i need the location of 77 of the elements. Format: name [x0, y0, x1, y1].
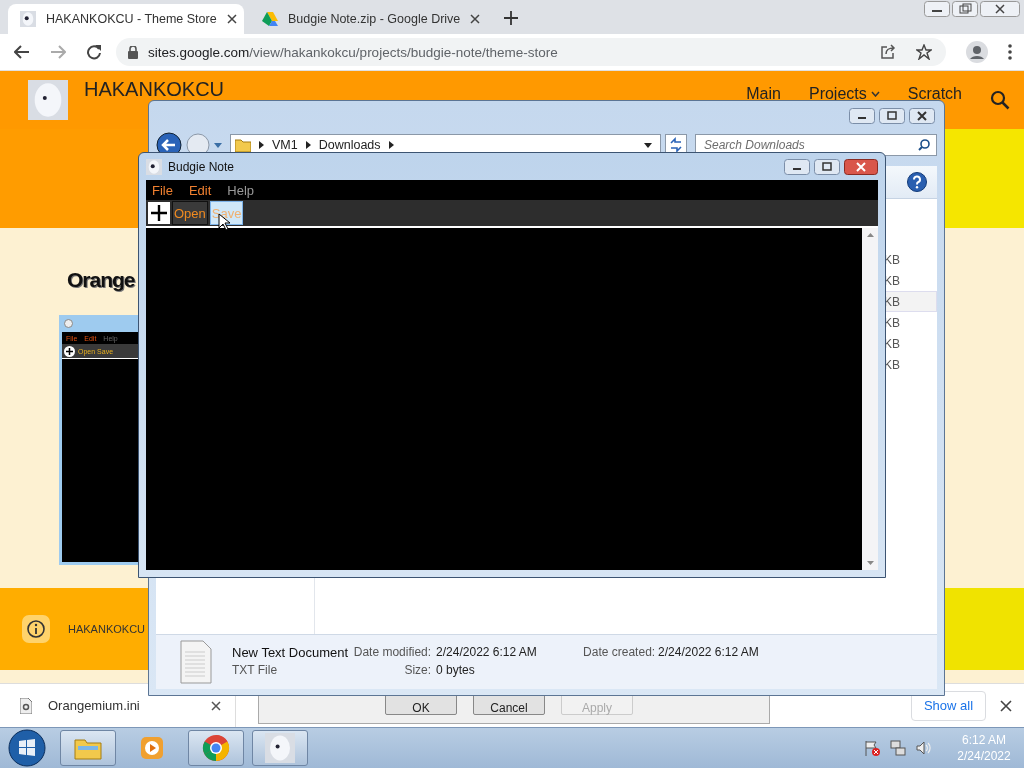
star-icon[interactable] — [916, 44, 932, 60]
menu-item[interactable]: File — [152, 182, 173, 198]
field-label: Date created: — [583, 645, 654, 661]
download-name[interactable]: Orangemium.ini — [48, 698, 195, 713]
file-type: TXT File — [232, 663, 279, 679]
nav-link[interactable]: Scratch — [907, 85, 962, 103]
toolbar-button[interactable]: Open — [172, 201, 208, 225]
chrome-icon — [202, 734, 230, 762]
breadcrumb-item[interactable]: VM1 — [272, 138, 298, 152]
chevron-icon[interactable] — [305, 141, 311, 149]
chevron-icon[interactable] — [388, 141, 394, 149]
close-icon[interactable] — [470, 14, 481, 24]
folder-icon — [74, 736, 102, 760]
network-icon[interactable] — [890, 740, 906, 756]
plus-icon[interactable] — [504, 11, 518, 25]
app-icon — [64, 319, 73, 328]
lock-icon — [128, 45, 138, 59]
minimize-icon[interactable] — [784, 158, 810, 175]
back-arrow-icon[interactable] — [14, 45, 30, 59]
info-icon[interactable] — [22, 615, 50, 643]
logo-image — [28, 80, 68, 120]
scroll-up-icon[interactable] — [866, 233, 874, 237]
field-value: 0 bytes — [436, 663, 476, 679]
taskbar-button[interactable] — [188, 730, 244, 766]
minimize-icon[interactable] — [924, 1, 950, 17]
share-icon[interactable] — [880, 44, 896, 60]
close-icon[interactable] — [211, 700, 221, 711]
caret-icon — [870, 91, 880, 97]
help-icon[interactable] — [907, 172, 927, 192]
taskbar-button[interactable] — [252, 730, 308, 766]
scroll-down-icon[interactable] — [866, 561, 874, 565]
triangle-icon — [262, 12, 278, 26]
field-value: 2/24/2022 6:12 AM — [658, 645, 760, 661]
flag-icon[interactable] — [864, 740, 880, 756]
taskbar-button[interactable] — [60, 730, 116, 766]
profile-icon[interactable] — [966, 41, 988, 63]
caret-icon[interactable] — [644, 142, 652, 148]
nav-link[interactable]: Main — [746, 85, 781, 103]
start-icon[interactable] — [8, 729, 46, 767]
close-icon[interactable] — [844, 158, 878, 175]
show-all-button[interactable]: Show all — [911, 690, 986, 721]
footer-text: HAKANKOKCU — [68, 623, 146, 635]
page-heading: Orange — [67, 268, 135, 292]
reload-icon[interactable] — [86, 44, 102, 60]
minimize-icon[interactable] — [849, 108, 875, 124]
address-bar[interactable]: sites.google.com/view/hakankokcu/projects/budgie-note/theme-store — [116, 38, 946, 66]
new-file-icon[interactable] — [148, 202, 170, 224]
restore-icon[interactable] — [952, 1, 978, 17]
breadcrumb-item[interactable]: Downloads — [318, 138, 381, 152]
site-name[interactable]: HAKANKOKCU — [84, 78, 225, 100]
url-text: sites.google.com/view/hakankokcu/projects/budgie-note/theme-store — [148, 44, 558, 60]
close-icon[interactable] — [1000, 699, 1012, 712]
browser-tab[interactable]: HAKANKOKCU - Theme Store — [8, 4, 244, 34]
avatar-icon — [20, 11, 36, 27]
text-area[interactable] — [146, 228, 878, 570]
file-name: New Text Document — [232, 645, 349, 662]
chevron-icon[interactable] — [259, 141, 264, 149]
speaker-icon[interactable] — [916, 740, 932, 756]
field-label: Date modified: — [353, 645, 432, 661]
field-label: Size: — [403, 663, 432, 679]
maximize-icon[interactable] — [879, 108, 905, 124]
search-icon[interactable] — [990, 90, 1010, 110]
search-icon — [918, 139, 930, 151]
text-file-icon — [180, 640, 212, 684]
media-player-icon — [139, 735, 165, 761]
file-gear-icon — [20, 697, 32, 714]
close-icon[interactable] — [226, 14, 237, 24]
menu-item[interactable]: Edit — [188, 182, 212, 198]
nav-link[interactable]: Projects — [808, 85, 880, 103]
maximize-icon[interactable] — [814, 158, 840, 175]
window-title: Budgie Note — [168, 159, 235, 174]
scrollbar[interactable] — [862, 228, 878, 570]
more-menu-icon[interactable] — [1008, 44, 1012, 60]
field-value: 2/24/2022 6:12 AM — [436, 645, 538, 661]
browser-tab[interactable]: Budgie Note.zip - Google Drive — [250, 4, 486, 34]
close-icon[interactable] — [909, 108, 935, 124]
close-icon[interactable] — [980, 1, 1020, 17]
